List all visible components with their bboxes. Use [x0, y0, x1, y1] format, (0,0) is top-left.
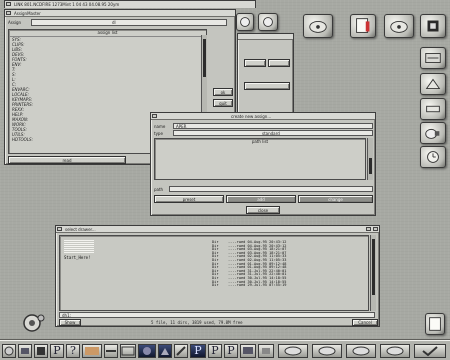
- close-icon[interactable]: [152, 114, 157, 118]
- device-label: Assign: [8, 20, 22, 25]
- drawer-path-field[interactable]: dh1:: [59, 312, 375, 318]
- type-value: standard: [262, 131, 280, 136]
- tools-icon[interactable]: [420, 73, 446, 95]
- taskbar-shell-icon[interactable]: [18, 344, 32, 358]
- info-columns: ----rwed 04-Aug-95 20:43:12 ----rwed 04-…: [228, 240, 287, 288]
- path-field[interactable]: [169, 186, 373, 192]
- tool-button-1[interactable]: [244, 59, 266, 67]
- taskbar-paint-icon[interactable]: [82, 344, 102, 358]
- assign-window-titlebar[interactable]: AssignMaster: [5, 10, 235, 17]
- taskbar-item-p4[interactable]: P: [224, 344, 238, 358]
- close-icon[interactable]: [6, 2, 11, 6]
- taskbar-check-icon[interactable]: [414, 344, 446, 358]
- close-button[interactable]: close: [246, 206, 280, 214]
- ok-button[interactable]: ok: [213, 88, 233, 96]
- gear-icon[interactable]: [18, 310, 48, 336]
- scroll-thumb[interactable]: [372, 239, 375, 295]
- taskbar-drive-icon-2[interactable]: [312, 344, 342, 358]
- taskbar-cli-icon[interactable]: [34, 344, 48, 358]
- utilities-icon[interactable]: [420, 98, 446, 120]
- disk-icon[interactable]: [384, 14, 414, 38]
- tool-window-titlebar[interactable]: [238, 34, 293, 40]
- type-label: type: [154, 131, 163, 136]
- device-field[interactable]: dl: [31, 19, 227, 26]
- path-list-header: path list: [251, 139, 269, 144]
- taskbar-photo-icon[interactable]: [158, 344, 172, 358]
- taskbar-ruler-icon[interactable]: [104, 344, 118, 358]
- close-icon[interactable]: [6, 11, 11, 15]
- cd-icon[interactable]: [236, 13, 254, 31]
- system-icon[interactable]: [420, 14, 446, 38]
- drive-icon-1[interactable]: [303, 14, 333, 38]
- taskbar-drive-icon-1[interactable]: [278, 344, 308, 358]
- create-window-title: create new assign...: [231, 114, 272, 119]
- device-value: dl: [112, 20, 116, 25]
- drawer-file-list[interactable]: Start_Here! Dir Dir Dir Dir Dir Dir Dir …: [59, 235, 369, 311]
- name-field[interactable]: APER: [173, 123, 373, 129]
- show-button[interactable]: Show: [59, 319, 81, 326]
- add-button[interactable]: add: [226, 195, 296, 203]
- notepad-icon[interactable]: [425, 313, 445, 335]
- depth-icon[interactable]: [373, 227, 378, 231]
- quit-button[interactable]: quit: [213, 99, 233, 107]
- scroll-thumb[interactable]: [203, 39, 206, 77]
- taskbar-window-icon[interactable]: [120, 344, 136, 358]
- taskbar-item-p1[interactable]: P: [50, 344, 64, 358]
- top-status-text: LINK 801.NCDFIRE 1273Mint 1 04 43 04.08.…: [14, 2, 120, 7]
- type-column: Dir Dir Dir Dir Dir Dir Dir Dir Dir Dir …: [212, 240, 219, 288]
- taskbar-drive-icon-3[interactable]: [346, 344, 376, 358]
- taskbar-brush-icon[interactable]: [174, 344, 188, 358]
- prefs-icon[interactable]: [420, 47, 446, 69]
- taskbar-item-p2[interactable]: P: [190, 344, 206, 358]
- drawer-scrollbar[interactable]: [370, 235, 376, 311]
- start-here-entry[interactable]: Start_Here!: [64, 256, 91, 260]
- drawer-window-titlebar[interactable]: select drawer...: [56, 226, 379, 233]
- taskbar-system-icon[interactable]: [2, 344, 16, 358]
- type-select[interactable]: standard: [173, 130, 373, 136]
- trash-icon[interactable]: [420, 122, 446, 144]
- name-label: name: [154, 124, 166, 129]
- path-list-scrollbar[interactable]: [367, 138, 373, 180]
- document-icon[interactable]: [350, 14, 376, 38]
- top-status-window: LINK 801.NCDFIRE 1273Mint 1 04 43 04.08.…: [4, 0, 256, 8]
- create-assign-window: create new assign... name APER type stan…: [150, 112, 376, 216]
- drawer-status: 5 file, 11 dirs, 3819 used, 79.8M free: [151, 320, 243, 325]
- select-drawer-window: select drawer... Start_Here! Dir Dir Dir…: [55, 225, 380, 327]
- ram-icon[interactable]: [258, 13, 278, 31]
- taskbar-item-p3[interactable]: P: [208, 344, 222, 358]
- scroll-thumb[interactable]: [369, 158, 372, 174]
- change-button[interactable]: change: [298, 195, 373, 203]
- taskbar-phone-icon[interactable]: [258, 344, 274, 358]
- clock-icon[interactable]: [420, 146, 446, 168]
- tool-button-3[interactable]: [244, 82, 290, 90]
- drawer-window-title: select drawer...: [65, 227, 96, 232]
- assign-window-title: AssignMaster: [14, 11, 41, 16]
- drive-thumbnail: [64, 239, 94, 253]
- taskbar-drive-icon-4[interactable]: [380, 344, 410, 358]
- taskbar-item-help[interactable]: ?: [66, 344, 80, 358]
- taskbar: P ? P P P: [0, 340, 450, 360]
- create-window-titlebar[interactable]: create new assign...: [151, 113, 375, 120]
- close-icon[interactable]: [57, 227, 62, 231]
- zoom-icon[interactable]: [366, 227, 371, 231]
- path-list[interactable]: path list: [154, 138, 366, 180]
- preset-button[interactable]: preset: [154, 195, 224, 203]
- read-button[interactable]: read: [8, 156, 126, 164]
- taskbar-image-icon[interactable]: [138, 344, 156, 358]
- taskbar-monitor-icon[interactable]: [240, 344, 256, 358]
- cancel-button[interactable]: Cancel: [352, 319, 378, 326]
- top-status-title: LINK 801.NCDFIRE 1273Mint 1 04 43 04.08.…: [5, 1, 255, 8]
- path-label: path: [154, 187, 164, 192]
- tool-button-2[interactable]: [268, 59, 290, 67]
- assign-list-header: assign list: [9, 30, 206, 37]
